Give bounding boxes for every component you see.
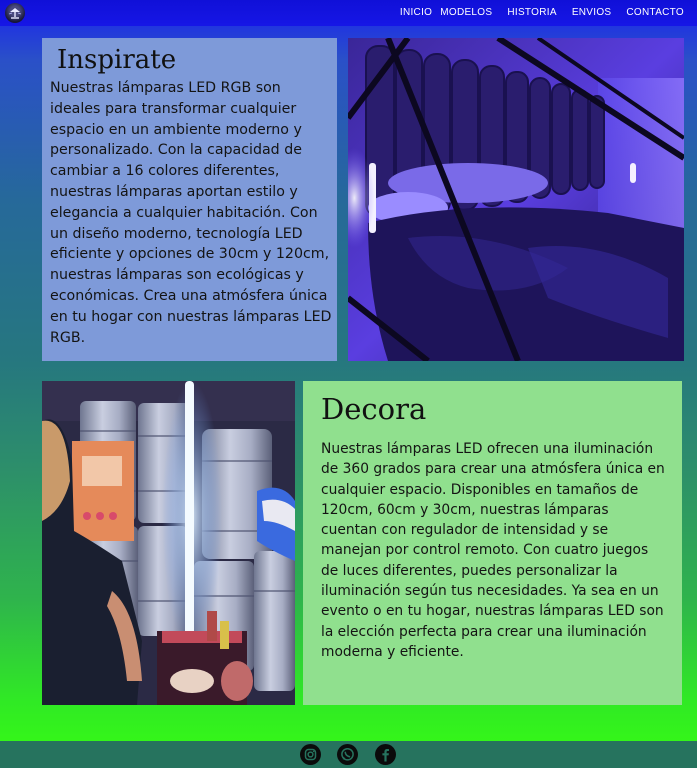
nav-link-contacto[interactable]: CONTACTO — [626, 7, 684, 18]
decora-title: Decora — [321, 392, 427, 426]
nav-link-inicio[interactable]: INICIO — [400, 7, 432, 18]
decora-card: Decora Nuestras lámparas LED ofrecen una… — [303, 381, 682, 705]
lamp-logo-icon[interactable] — [5, 3, 25, 23]
inspirate-title: Inspirate — [57, 45, 177, 75]
nav-link-historia[interactable]: HISTORIA — [507, 7, 556, 18]
top-navbar: INICIO MODELOS HISTORIA ENVIOS CONTACTO — [0, 0, 697, 26]
nav-link-envios[interactable]: ENVIOS — [572, 7, 612, 18]
footer — [0, 741, 697, 768]
bedroom-led-photo — [348, 38, 684, 361]
inspirate-text: Nuestras lámparas LED RGB son ideales pa… — [50, 80, 332, 346]
whatsapp-icon[interactable] — [337, 744, 358, 765]
facebook-icon[interactable] — [375, 744, 396, 765]
nav-menu: INICIO MODELOS HISTORIA ENVIOS CONTACTO — [400, 7, 684, 18]
kegs-led-photo — [42, 381, 295, 705]
instagram-icon[interactable] — [300, 744, 321, 765]
inspirate-card: Inspirate Nuestras lámparas LED RGB son … — [42, 38, 337, 361]
decora-text: Nuestras lámparas LED ofrecen una ilumin… — [321, 441, 665, 660]
nav-link-modelos[interactable]: MODELOS — [440, 7, 492, 18]
